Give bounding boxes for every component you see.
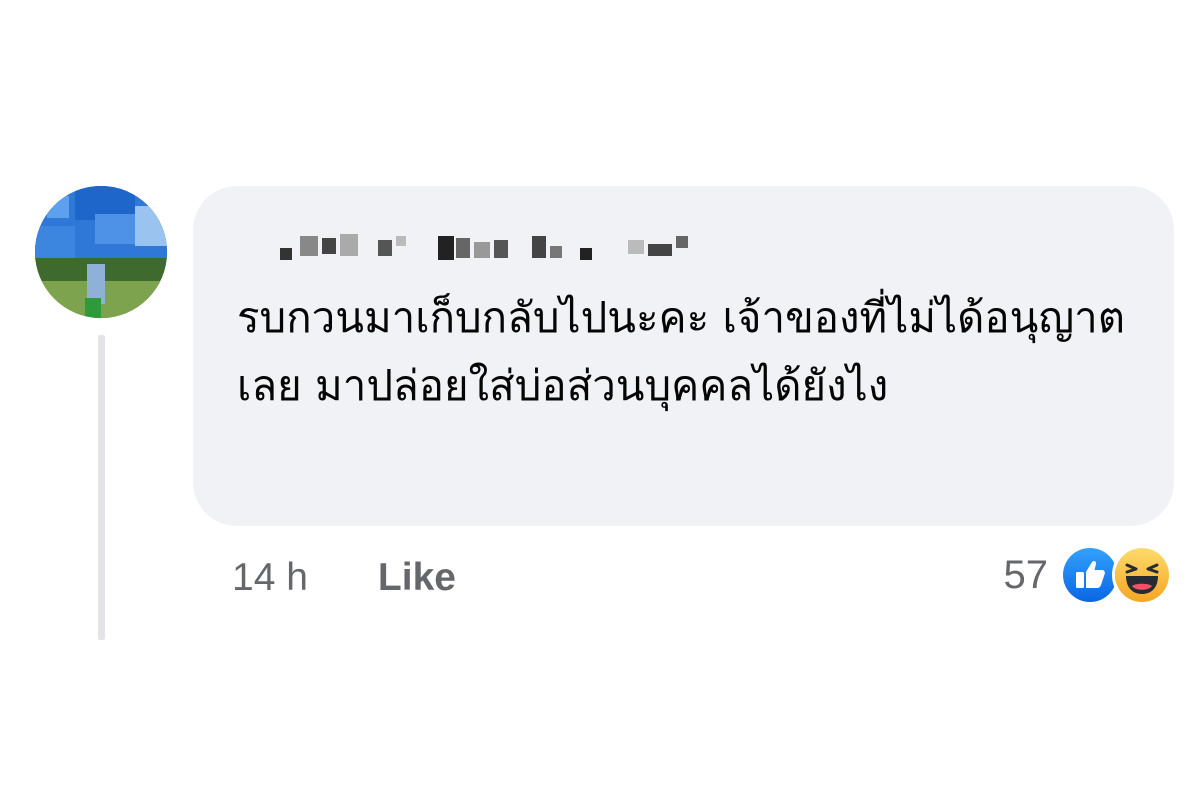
avatar[interactable]	[35, 186, 167, 318]
comment-timestamp[interactable]: 14 h	[232, 556, 308, 600]
haha-icon	[1112, 545, 1172, 605]
avatar-image	[35, 186, 167, 318]
reply-thread-line	[98, 335, 105, 640]
author-name-pixelated[interactable]	[250, 218, 730, 268]
comment-container: รบกวนมาเก็บกลับไปนะคะ เจ้าของที่ไม่ได้อน…	[0, 0, 1200, 785]
comment-text: รบกวนมาเก็บกลับไปนะคะ เจ้าของที่ไม่ได้อน…	[237, 293, 1126, 410]
reaction-count: 57	[1003, 552, 1049, 597]
like-icon	[1060, 545, 1120, 605]
comment-bubble: รบกวนมาเก็บกลับไปนะคะ เจ้าของที่ไม่ได้อน…	[193, 186, 1174, 526]
reactions-summary[interactable]: 57	[1003, 543, 1172, 607]
comment-actions: 14 h Like	[232, 548, 456, 608]
pixelated-name-icon	[280, 234, 688, 260]
like-button[interactable]: Like	[378, 556, 456, 600]
